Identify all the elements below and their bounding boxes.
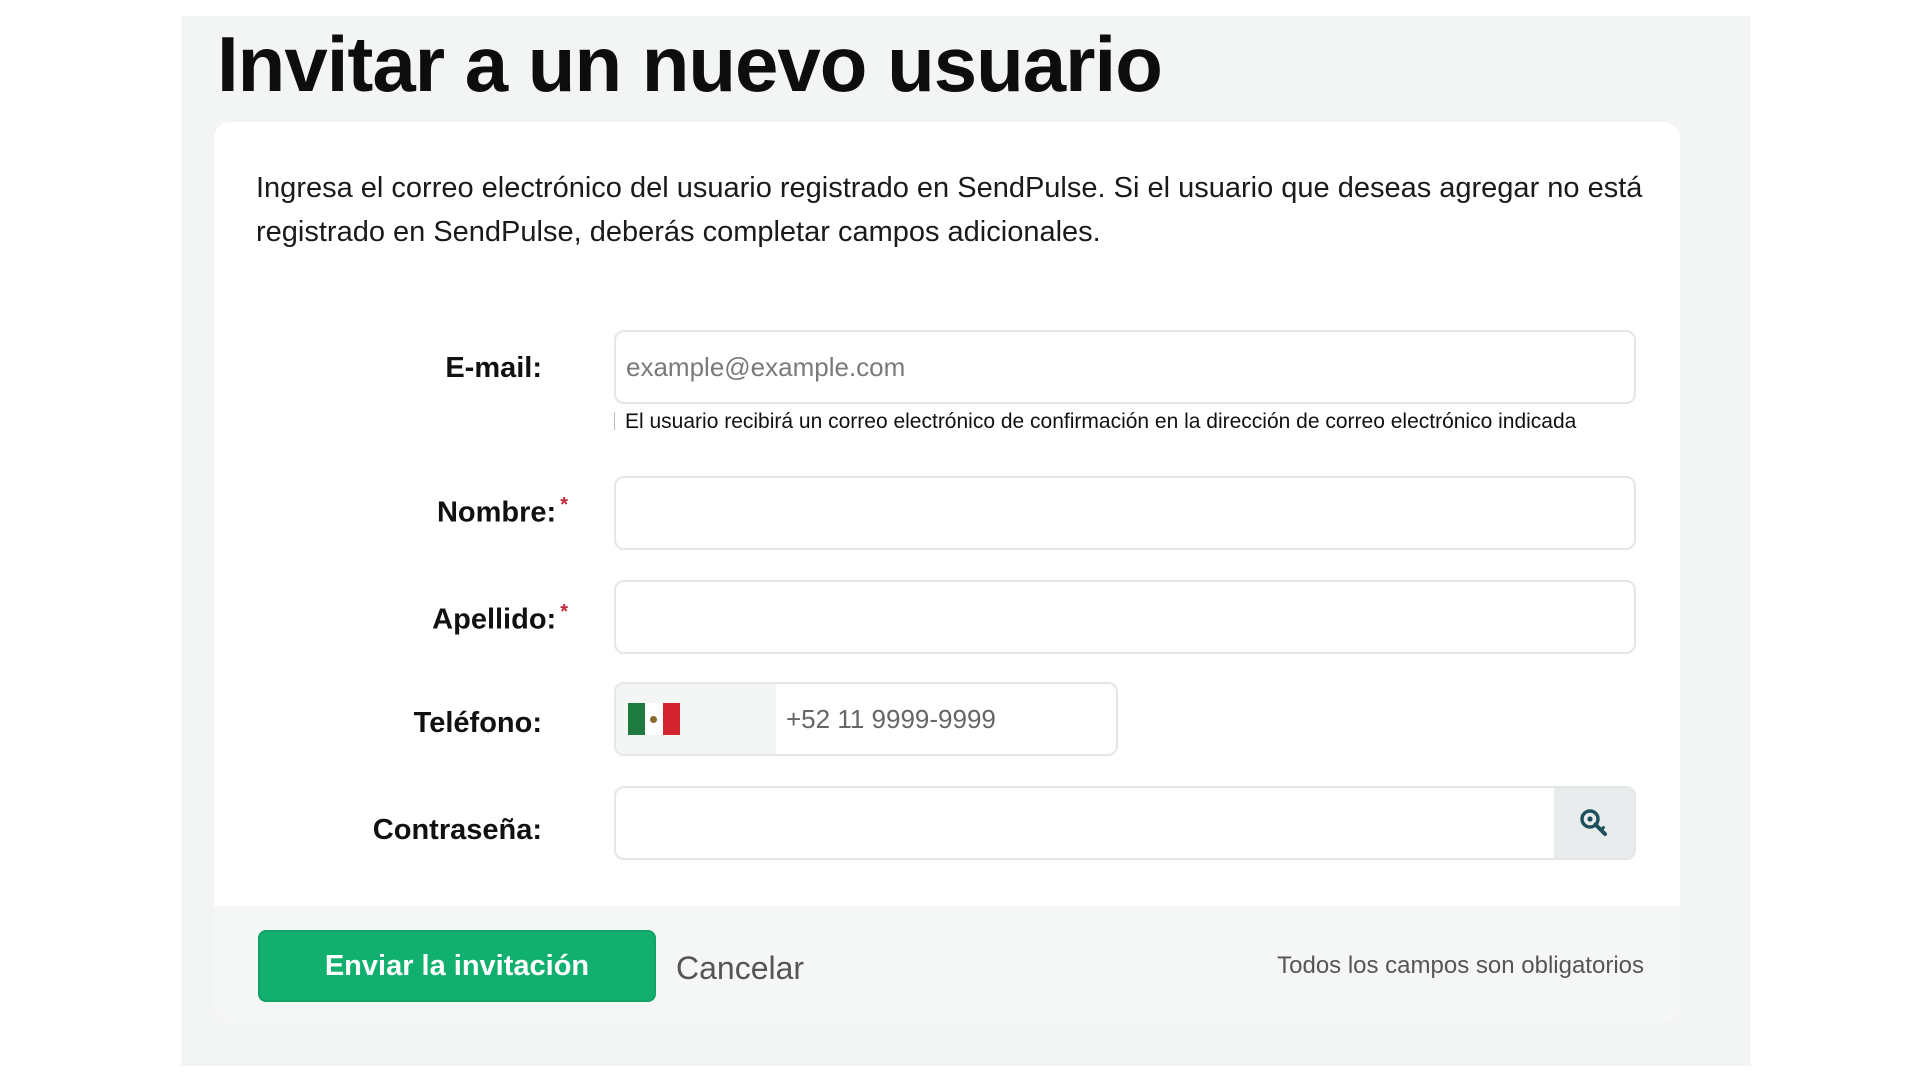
required-fields-note: Todos los campos son obligatorios [1277, 952, 1644, 979]
send-invitation-button[interactable]: Enviar la invitación [258, 930, 656, 1002]
email-hint: El usuario recibirá un correo electrónic… [614, 410, 1576, 434]
first-name-field-wrapper [614, 476, 1636, 550]
email-field-wrapper [614, 330, 1636, 404]
hint-divider [614, 412, 615, 430]
email-hint-text: El usuario recibirá un correo electrónic… [625, 410, 1577, 433]
phone-field-wrapper [614, 682, 1118, 756]
email-label: E-mail: [445, 352, 542, 384]
required-mark: * [560, 601, 568, 623]
cancel-button[interactable]: Cancelar [676, 936, 804, 1000]
last-name-label: Apellido: [432, 603, 557, 636]
generate-password-button[interactable] [1554, 788, 1634, 858]
last-name-field-wrapper [614, 580, 1636, 654]
phone-input[interactable] [776, 684, 1116, 754]
password-label: Contraseña: [372, 814, 542, 846]
last-name-label-group: Apellido: * [432, 601, 568, 637]
country-selector[interactable] [616, 684, 776, 754]
password-input[interactable] [616, 788, 1556, 858]
invite-form-card: Ingresa el correo electrónico del usuari… [214, 122, 1680, 1022]
phone-label: Teléfono: [413, 707, 542, 739]
required-mark: * [560, 494, 568, 516]
form-footer: Enviar la invitación Cancelar Todos los … [214, 906, 1680, 1022]
first-name-input[interactable] [616, 478, 1634, 548]
first-name-label-group: Nombre: * [437, 494, 568, 530]
last-name-input[interactable] [616, 582, 1634, 652]
page-title: Invitar a un nuevo usuario [217, 20, 1163, 108]
first-name-label: Nombre: [436, 496, 557, 529]
key-search-icon [1580, 809, 1607, 836]
email-input[interactable] [616, 332, 1634, 402]
intro-text: Ingresa el correo electrónico del usuari… [256, 172, 1643, 248]
password-field-wrapper [614, 786, 1636, 860]
mexico-flag-icon [628, 703, 680, 735]
